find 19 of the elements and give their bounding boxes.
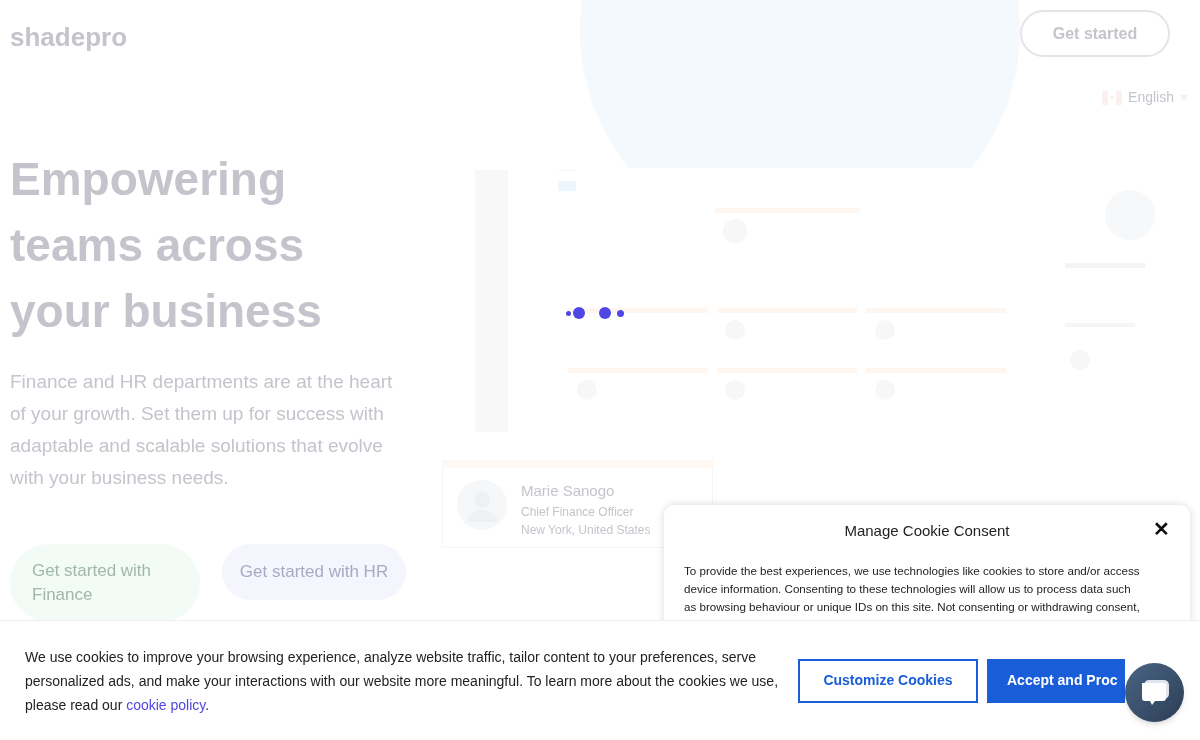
flag-icon bbox=[1102, 90, 1123, 105]
dialog-text: To provide the best experiences, we use technologies like cookies to store and/or access device information. Consenting to these technologies will allow us to process data such as browsing behaviour or unique IDs on this site. Not consenting or withdrawing consent, bbox=[683, 563, 1141, 615]
loading-dots-icon bbox=[566, 307, 624, 319]
profile-location: New York, United States bbox=[521, 521, 651, 539]
cta-button[interactable]: Get started with Finance bbox=[10, 544, 200, 622]
accept-button[interactable]: Accept and Proc bbox=[987, 658, 1125, 703]
profile-title: Chief Finance Officer bbox=[521, 503, 635, 521]
cta-button[interactable]: Get started with HR bbox=[222, 544, 406, 600]
customize-button[interactable]: Customize Cookies bbox=[798, 658, 978, 703]
chat-icon bbox=[1139, 678, 1170, 707]
hero-heading: Empowering teams across your business bbox=[10, 152, 323, 339]
language-selector[interactable]: English bbox=[1128, 87, 1174, 108]
get-started-button[interactable]: Get started bbox=[1020, 10, 1170, 57]
profile-name: Marie Sanogo bbox=[521, 481, 616, 501]
hero-text: Finance and HR departments are at the heart of your growth. Set them up for success with adaptable and scalable solutions that evolve with your business needs. bbox=[10, 370, 394, 490]
logo[interactable]: shadepro bbox=[10, 18, 128, 57]
close-button[interactable]: ✕ bbox=[1153, 519, 1170, 539]
dialog-title: Manage Cookie Consent bbox=[844, 520, 1010, 541]
cookie-notice-text: We use cookies to improve your browsing experience, analyze website traffic, tailor content to your preferences, serve personalized ads, and make your interactions with our website more meaningful. To learn more about the cookies we use, please read our cookie policy. bbox=[25, 647, 780, 715]
